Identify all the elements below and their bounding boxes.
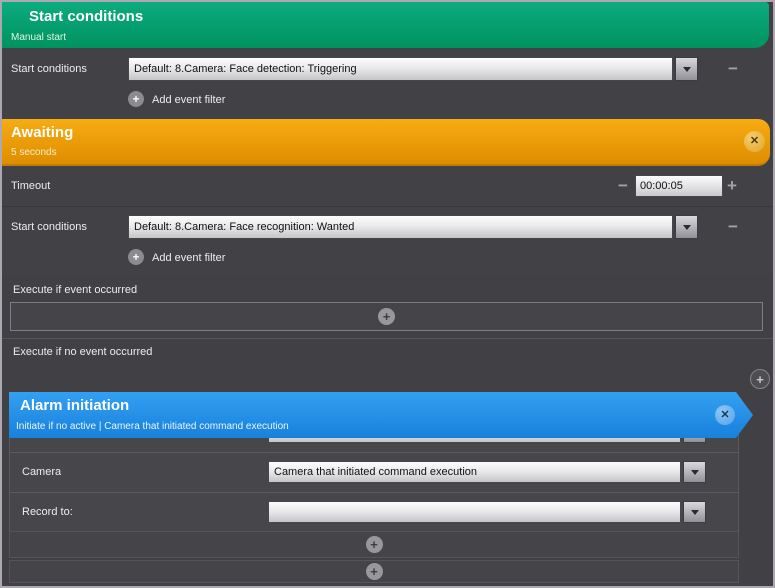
- alarm-initiation-subtitle: Initiate if no active | Camera that init…: [16, 421, 289, 432]
- add-parallel-action-button[interactable]: +: [750, 369, 770, 389]
- event-filter-value[interactable]: Default: 8.Camera: Face detection: Trigg…: [128, 57, 673, 81]
- execute-if-event-group: Execute if event occurred +: [2, 275, 773, 339]
- execute-if-no-event-label: Execute if no event occurred: [13, 346, 152, 358]
- start-conditions-title: Start conditions: [29, 8, 143, 25]
- start-conditions-header: Start conditions Manual start: [2, 2, 769, 48]
- add-next-step-button[interactable]: +: [366, 563, 383, 580]
- dropdown-arrow-icon: [691, 470, 699, 475]
- dropdown-button[interactable]: [683, 461, 706, 483]
- dropdown-button[interactable]: [683, 501, 706, 523]
- timeout-label: Timeout: [11, 166, 50, 206]
- awaiting-title: Awaiting: [11, 124, 73, 141]
- start-conditions-subtitle: Manual start: [11, 32, 66, 43]
- camera-value[interactable]: Camera that initiated command execution: [268, 461, 681, 483]
- awaiting-header: Awaiting 5 seconds ✕: [2, 119, 770, 166]
- camera-label: Camera: [22, 453, 61, 491]
- add-event-filter-icon[interactable]: +: [128, 91, 144, 107]
- record-to-value[interactable]: [268, 501, 681, 523]
- decrease-timeout-button[interactable]: −: [618, 174, 628, 198]
- timeout-row: Timeout − +: [2, 166, 773, 207]
- remove-awaiting-button[interactable]: ✕: [744, 131, 765, 152]
- macro-editor-window: Start conditions Manual start Start cond…: [0, 0, 775, 588]
- dropdown-arrow-icon: [683, 225, 691, 230]
- event-filter-combobox: Default: 8.Camera: Face detection: Trigg…: [128, 57, 698, 81]
- dropdown-button[interactable]: [675, 57, 698, 81]
- event-filter-value[interactable]: Default: 8.Camera: Face recognition: Wan…: [128, 215, 673, 239]
- execute-if-event-label: Execute if event occurred: [13, 284, 137, 296]
- add-event-filter-label[interactable]: Add event filter: [152, 94, 225, 106]
- alarm-initiation-title: Alarm initiation: [20, 397, 129, 414]
- awaiting-add-filter-row: + Add event filter: [2, 243, 773, 275]
- start-conditions-section: Start conditions Default: 8.Camera: Face…: [2, 48, 773, 119]
- alarm-initiation-header: Alarm initiation Initiate if no active |…: [9, 392, 753, 438]
- camera-row: Camera Camera that initiated command exe…: [10, 453, 738, 493]
- remove-alarm-action-button[interactable]: ✕: [715, 405, 735, 425]
- dropdown-button[interactable]: [675, 215, 698, 239]
- add-next-action-row: +: [9, 531, 739, 558]
- camera-combobox: Camera that initiated command execution: [268, 461, 706, 483]
- record-to-combobox: [268, 501, 706, 523]
- dropdown-arrow-icon: [683, 67, 691, 72]
- awaiting-start-conditions-row: Start conditions Default: 8.Camera: Face…: [2, 208, 773, 243]
- execute-if-no-event-group: Execute if no event occurred + Alarm: In…: [2, 340, 773, 586]
- remove-event-filter-button[interactable]: −: [728, 215, 738, 239]
- awaiting-subtitle: 5 seconds: [11, 147, 57, 158]
- filter-label: Start conditions: [11, 221, 87, 233]
- increase-timeout-button[interactable]: +: [727, 174, 737, 198]
- add-action-button[interactable]: +: [378, 308, 395, 325]
- add-next-step-row: +: [9, 560, 739, 583]
- action-drop-area: +: [10, 302, 763, 331]
- event-filter-combobox: Default: 8.Camera: Face recognition: Wan…: [128, 215, 698, 239]
- add-event-filter-label[interactable]: Add event filter: [152, 252, 225, 264]
- dropdown-arrow-icon: [691, 510, 699, 515]
- filter-label: Start conditions: [11, 63, 87, 75]
- record-to-label: Record to:: [22, 493, 73, 531]
- timeout-input[interactable]: [635, 175, 723, 197]
- remove-event-filter-button[interactable]: −: [728, 57, 738, 81]
- add-event-filter-icon[interactable]: +: [128, 249, 144, 265]
- add-next-action-button[interactable]: +: [366, 536, 383, 553]
- record-to-row: Record to:: [10, 493, 738, 532]
